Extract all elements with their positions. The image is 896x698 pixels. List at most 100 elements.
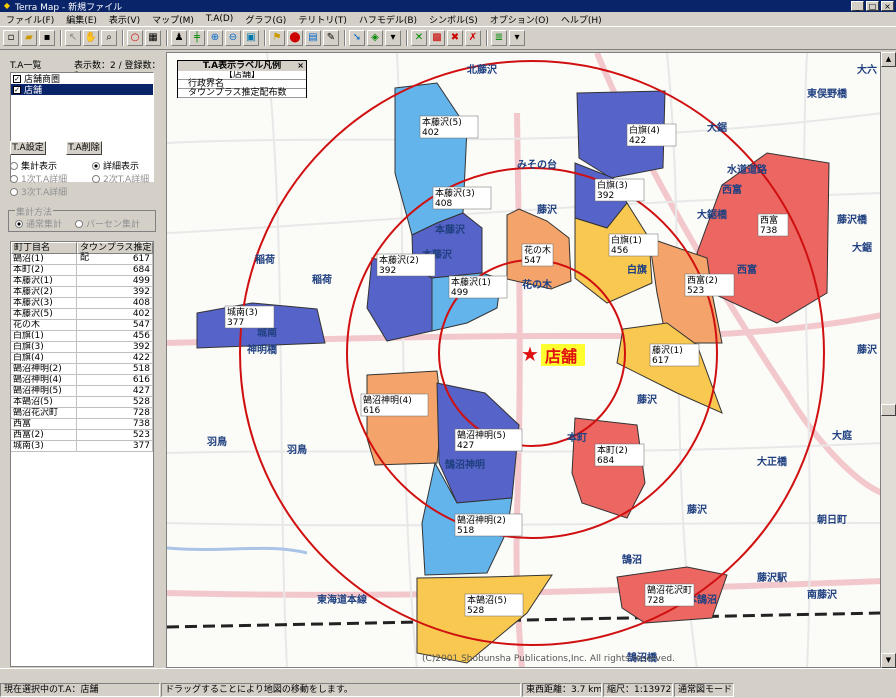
menu-graph[interactable]: グラフ(G) bbox=[239, 13, 292, 26]
menu-ta[interactable]: T.A(D) bbox=[200, 14, 239, 24]
table-row[interactable]: 鵠沼花沢町 728 bbox=[11, 408, 153, 419]
pen-icon[interactable]: ✎ bbox=[323, 30, 339, 46]
radio-third-detail[interactable]: 3次T.A詳細 bbox=[10, 185, 67, 198]
map-canvas[interactable]: みその台稲荷稲荷羽鳥羽鳥藤沢大鋸大鋸西富西富本町藤沢朝日町鵠沼本鵠沼藤沢駅南藤沢… bbox=[167, 53, 881, 668]
ta-item-label: 店舗 bbox=[24, 86, 43, 96]
scroll-thumb[interactable] bbox=[881, 404, 896, 416]
scroll-up-icon[interactable]: ▲ bbox=[881, 52, 896, 67]
menu-view[interactable]: 表示(V) bbox=[103, 13, 146, 26]
area-label: 白旗(4)422 bbox=[626, 123, 677, 147]
new-file-icon[interactable]: ▫ bbox=[3, 30, 19, 46]
cell-town: 鵠沼神明(4) bbox=[11, 375, 77, 385]
zoom-out-icon[interactable]: ⊖ bbox=[225, 30, 241, 46]
measure-icon[interactable]: ╪ bbox=[189, 30, 205, 46]
place-name: 羽鳥 bbox=[207, 435, 227, 448]
col-header-town[interactable]: 町丁目名 bbox=[11, 242, 77, 254]
table-row[interactable]: 城南(3) 377 bbox=[11, 441, 153, 452]
people-icon[interactable]: ♟ bbox=[171, 30, 187, 46]
cell-town: 鵠沼神明(2) bbox=[11, 364, 77, 374]
minimize-button[interactable]: _ bbox=[851, 1, 864, 11]
radio-second-detail[interactable]: 2次T.A詳細 bbox=[92, 172, 149, 185]
menu-option[interactable]: オプション(O) bbox=[484, 13, 555, 26]
menu-territory[interactable]: テリトリ(T) bbox=[292, 13, 353, 26]
table-row[interactable]: 鵠沼神明(4) 616 bbox=[11, 375, 153, 386]
flag-icon[interactable]: ⚑ bbox=[269, 30, 285, 46]
table-row[interactable]: 本藤沢(5) 402 bbox=[11, 309, 153, 320]
grid-tool-icon[interactable]: ▦ bbox=[145, 30, 161, 46]
circle-tool-icon[interactable]: ○ bbox=[127, 30, 143, 46]
list-dropdown-icon[interactable]: ▾ bbox=[509, 30, 525, 46]
ta-setting-button[interactable]: T.A設定 bbox=[10, 141, 46, 155]
table-row[interactable]: 鵠沼神明(5) 427 bbox=[11, 386, 153, 397]
radio-normal[interactable]: 通常集計 bbox=[15, 217, 62, 230]
area-label: 白旗(1)456 bbox=[608, 233, 659, 257]
vertical-scrollbar[interactable]: ▲ ▼ bbox=[881, 52, 896, 668]
radio-summary[interactable]: 集計表示 bbox=[10, 159, 57, 172]
table-row[interactable]: 鵠沼神明(2) 518 bbox=[11, 364, 153, 375]
area-label: 西富(2)523 bbox=[684, 273, 735, 297]
scroll-down-icon[interactable]: ▼ bbox=[881, 653, 896, 668]
table-row[interactable]: 西富(2) 523 bbox=[11, 430, 153, 441]
place-name: 稲荷 bbox=[312, 273, 332, 286]
table-row[interactable]: 西富 738 bbox=[11, 419, 153, 430]
map-view[interactable]: みその台 稲荷 稲荷 羽鳥 羽鳥 藤沢 大鋸 大鋸 西富 西富 本町 藤沢 朝日町 鵠沼 本鵠沼 藤沢駅 南藤沢… bbox=[166, 52, 881, 668]
radio-percent[interactable]: パーセン集計 bbox=[75, 217, 140, 230]
menu-map[interactable]: マップ(M) bbox=[146, 13, 200, 26]
area-label: 本藤沢(2)392 bbox=[376, 253, 436, 277]
menu-symbol[interactable]: シンボル(S) bbox=[423, 13, 484, 26]
list-icon[interactable]: ≣ bbox=[491, 30, 507, 46]
menu-file[interactable]: ファイル(F) bbox=[0, 13, 60, 26]
area-label-value: 408 bbox=[435, 199, 452, 209]
checkbox-icon[interactable]: ✓ bbox=[13, 85, 21, 94]
zoom-in-icon[interactable]: ⊕ bbox=[207, 30, 223, 46]
table-row[interactable]: 本町(2) 684 bbox=[11, 265, 153, 276]
hand-pan-icon[interactable]: ✋ bbox=[83, 30, 99, 46]
table-row[interactable]: 鵠沼(1) 617 bbox=[11, 254, 153, 265]
ta-delete-button[interactable]: T.A削除 bbox=[66, 141, 102, 155]
dropdown-icon[interactable]: ▾ bbox=[385, 30, 401, 46]
radio-summary-label: 集計表示 bbox=[21, 162, 58, 172]
close-button[interactable]: × bbox=[881, 1, 894, 11]
horizontal-scrollbar[interactable] bbox=[0, 668, 896, 682]
table-row[interactable]: 本藤沢(2) 392 bbox=[11, 287, 153, 298]
radio-detail[interactable]: 詳細表示 bbox=[92, 159, 139, 172]
arrow-tool-icon[interactable]: ➘ bbox=[349, 30, 365, 46]
zoom-icon[interactable]: ⌕ bbox=[101, 30, 117, 46]
map-icon[interactable]: ▣ bbox=[243, 30, 259, 46]
maximize-button[interactable]: □ bbox=[866, 1, 879, 11]
legend-close-icon[interactable]: × bbox=[297, 61, 304, 71]
table-row[interactable]: 本藤沢(3) 408 bbox=[11, 298, 153, 309]
delete-tool-icon[interactable]: ✖ bbox=[447, 30, 463, 46]
radio-detail-label: 詳細表示 bbox=[103, 162, 140, 172]
table-row[interactable]: 本鵠沼(5) 528 bbox=[11, 397, 153, 408]
shape-tool-icon[interactable]: ◈ bbox=[367, 30, 383, 46]
table-row[interactable]: 白旗(4) 422 bbox=[11, 353, 153, 364]
select-arrow-icon[interactable]: ↖ bbox=[65, 30, 81, 46]
table-row[interactable]: 花の木 547 bbox=[11, 320, 153, 331]
area-label-name: 白旗(1) bbox=[611, 234, 642, 246]
marker-icon[interactable]: ⬤ bbox=[287, 30, 303, 46]
menu-help[interactable]: ヘルプ(H) bbox=[555, 13, 608, 26]
aggregation-group: 集計方法 通常集計 パーセン集計 bbox=[8, 205, 156, 232]
layer-tool-icon[interactable]: ▩ bbox=[429, 30, 445, 46]
radio-first-label: 1次T.A詳細 bbox=[21, 175, 68, 185]
ta-item-store[interactable]: ✓ 店舗 bbox=[11, 84, 153, 96]
checkbox-icon[interactable]: ✓ bbox=[13, 74, 21, 83]
menu-edit[interactable]: 編集(E) bbox=[60, 13, 103, 26]
store-marker[interactable]: ★ 店舗 bbox=[521, 342, 585, 366]
label-icon[interactable]: ▤ bbox=[305, 30, 321, 46]
table-row[interactable]: 本藤沢(1) 499 bbox=[11, 276, 153, 287]
status-hint: ドラッグすることにより地図の移動をします。 bbox=[161, 683, 521, 697]
radio-first-detail[interactable]: 1次T.A詳細 bbox=[10, 172, 67, 185]
menu-huff-model[interactable]: ハフモデル(B) bbox=[353, 13, 423, 26]
open-folder-icon[interactable]: ▰ bbox=[21, 30, 37, 46]
area-label-value: 738 bbox=[760, 226, 777, 236]
table-row[interactable]: 白旗(3) 392 bbox=[11, 342, 153, 353]
legend-box[interactable]: T.A表示ラベル凡例 × 【店舗】 行政界名 タウンプラス推定配布数 bbox=[177, 60, 307, 98]
save-icon[interactable]: ▪ bbox=[39, 30, 55, 46]
area-label-value: 427 bbox=[457, 441, 474, 451]
clear-tool-icon[interactable]: ✗ bbox=[465, 30, 481, 46]
table-row[interactable]: 白旗(1) 456 bbox=[11, 331, 153, 342]
cross-tool-icon[interactable]: ✕ bbox=[411, 30, 427, 46]
col-header-count[interactable]: タウンプラス推定配 bbox=[77, 242, 153, 263]
